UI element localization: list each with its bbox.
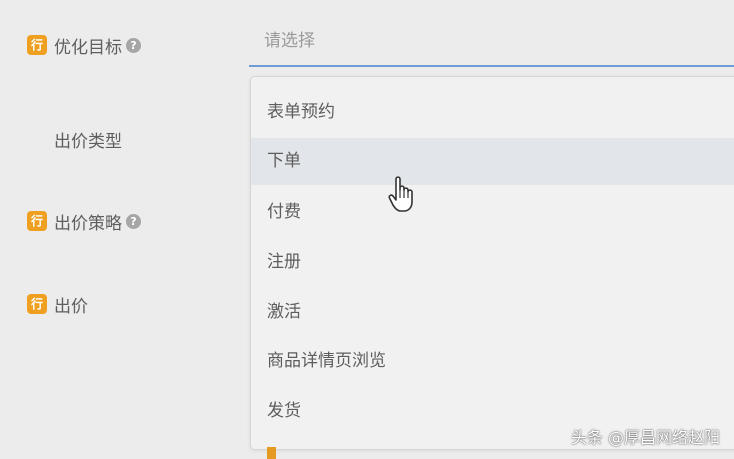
optimization-goal-select[interactable] (249, 22, 734, 67)
badge-icon: 行 (27, 211, 47, 231)
optimization-goal-input[interactable] (264, 31, 664, 51)
label-text: 出价类型 (54, 131, 122, 152)
badge-icon: 行 (27, 294, 47, 314)
form-label-bid-type: 出价类型 (54, 126, 122, 152)
hand-pointer-icon (388, 176, 413, 212)
dropdown-option-product-detail-view[interactable]: 商品详情页浏览 (251, 338, 734, 385)
label-text: 出价策略 (54, 213, 122, 234)
dropdown-option-form-booking[interactable]: 表单预约 (251, 89, 734, 136)
dropdown-option-payment[interactable]: 付费 (251, 189, 734, 236)
dropdown-option-register[interactable]: 注册 (251, 239, 734, 286)
help-icon[interactable]: ? (126, 213, 141, 229)
dropdown-option-place-order[interactable]: 下单 (251, 138, 734, 185)
dropdown-option-activate[interactable]: 激活 (251, 289, 734, 336)
form-label-bid: 行 出价 (27, 291, 88, 317)
form-label-optimization-goal: 行 优化目标 ? (27, 32, 141, 58)
label-text: 出价 (54, 296, 88, 317)
orange-bar-fragment (267, 447, 276, 459)
help-icon[interactable]: ? (126, 37, 141, 53)
form-label-bid-strategy: 行 出价策略 ? (27, 208, 141, 234)
badge-icon: 行 (27, 35, 47, 55)
optimization-goal-dropdown: 表单预约 下单 付费 注册 激活 商品详情页浏览 发货 (250, 76, 734, 450)
label-text: 优化目标 (54, 37, 122, 58)
watermark-text: 头条 @厚昌网络赵阳 (570, 428, 720, 447)
